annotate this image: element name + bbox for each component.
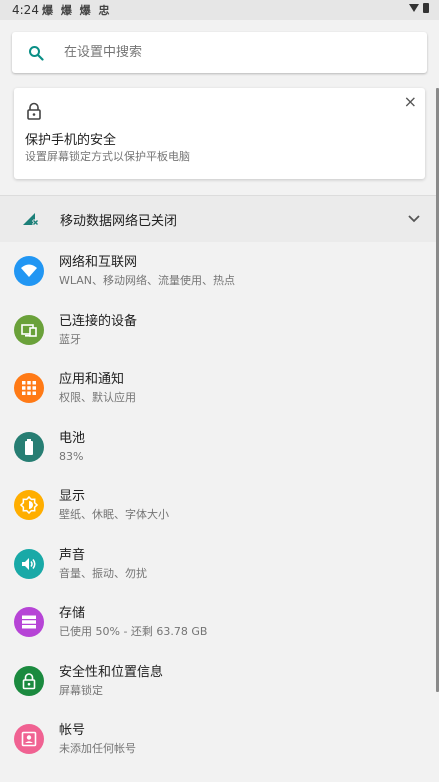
item-title: 网络和互联网 (59, 255, 138, 270)
suggestion-card[interactable]: × 保护手机的安全 设置屏幕锁定方式以保护平板电脑 (14, 88, 425, 179)
lock-icon (14, 665, 44, 696)
brightness-icon (14, 490, 44, 521)
item-subtitle: WLAN、移动网络、流量使用、热点 (59, 274, 236, 287)
apps-icon (14, 373, 44, 404)
item-subtitle: 权限、默认应用 (59, 391, 136, 404)
item-subtitle: 83% (59, 449, 84, 463)
item-title: 应用和通知 (59, 372, 125, 387)
item-subtitle: 蓝牙 (59, 332, 81, 346)
suggestion-title: 保护手机的安全 (25, 133, 117, 148)
storage-icon (14, 607, 44, 638)
item-subtitle: 已使用 50% - 还剩 63.78 GB (59, 625, 208, 638)
item-title: 电池 (59, 430, 86, 446)
status-bar: 4:24 爆 爆 爆 忠 (0, 0, 439, 20)
item-title: 声音 (59, 547, 86, 563)
item-title: 帐号 (59, 723, 86, 738)
wifi-icon (14, 256, 44, 287)
volume-icon (14, 548, 44, 579)
settings-item-connected-devices[interactable]: 已连接的设备 蓝牙 (0, 301, 439, 360)
settings-item-apps[interactable]: 应用和通知 权限、默认应用 (0, 359, 439, 418)
devices-icon (14, 314, 44, 345)
settings-item-security[interactable]: 安全性和位置信息 屏幕锁定 (0, 652, 439, 711)
mobile-data-condition[interactable]: 移动数据网络已关闭 (0, 196, 439, 242)
settings-item-accounts[interactable]: 帐号 未添加任何帐号 (0, 710, 439, 769)
battery-icon (14, 431, 44, 462)
search-icon (28, 45, 44, 61)
notification-icons: 爆 爆 爆 忠 (42, 4, 112, 17)
lock-icon (26, 102, 42, 124)
suggestion-subtitle: 设置屏幕锁定方式以保护平板电脑 (25, 150, 190, 163)
settings-item-storage[interactable]: 存储 已使用 50% - 还剩 63.78 GB (0, 593, 439, 652)
system-icons (409, 3, 429, 13)
search-input[interactable] (64, 45, 384, 60)
settings-item-display[interactable]: 显示 壁纸、休眠、字体大小 (0, 476, 439, 535)
wifi-signal-icon (409, 4, 419, 12)
status-time: 4:24 (12, 3, 39, 17)
item-subtitle: 音量、振动、勿扰 (59, 566, 147, 580)
battery-status-icon (423, 3, 429, 13)
condition-label: 移动数据网络已关闭 (60, 213, 178, 229)
chevron-down-icon[interactable] (407, 210, 421, 229)
settings-item-network[interactable]: 网络和互联网 WLAN、移动网络、流量使用、热点 (0, 242, 439, 301)
item-title: 显示 (59, 489, 86, 504)
settings-item-battery[interactable]: 电池 83% (0, 418, 439, 477)
item-title: 安全性和位置信息 (59, 664, 164, 680)
item-subtitle: 壁纸、休眠、字体大小 (59, 508, 169, 521)
search-bar[interactable] (12, 32, 427, 73)
settings-item-sound[interactable]: 声音 音量、振动、勿扰 (0, 535, 439, 594)
close-icon[interactable]: × (404, 92, 417, 111)
item-subtitle: 未添加任何帐号 (59, 742, 136, 755)
account-icon (14, 724, 44, 755)
item-title: 已连接的设备 (59, 313, 138, 329)
mobile-data-off-icon (22, 210, 40, 228)
item-subtitle: 屏幕锁定 (59, 683, 103, 697)
settings-list: 网络和互联网 WLAN、移动网络、流量使用、热点 已连接的设备 蓝牙 应用和通知 (0, 242, 439, 769)
item-title: 存储 (59, 606, 86, 621)
